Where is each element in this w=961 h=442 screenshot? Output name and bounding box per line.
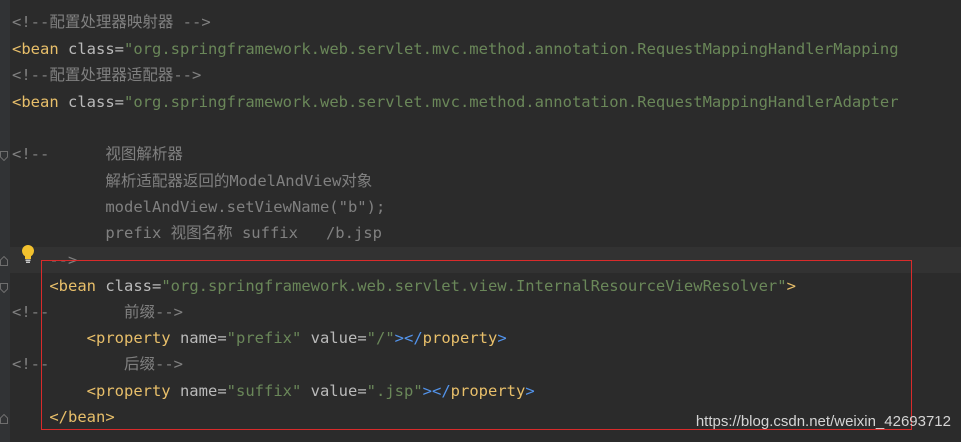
code-line[interactable]: <property name="suffix" value=".jsp"></p… [12,378,535,404]
code-token: ".jsp" [366,382,423,400]
code-token: > [497,329,507,347]
code-token: "/" [366,329,395,347]
code-token: <!--配置处理器映射器 --> [12,13,211,31]
code-token: = [114,40,125,58]
code-line[interactable]: <bean class="org.springframework.web.ser… [12,89,899,115]
fold-marker-icon[interactable] [0,283,8,293]
code-token: "prefix" [226,329,302,347]
code-line[interactable]: </bean> [12,404,115,430]
code-line[interactable]: <bean class="org.springframework.web.ser… [12,36,899,62]
code-token: <property [12,329,171,347]
code-line[interactable]: <!--配置处理器映射器 --> [12,9,211,35]
code-token: "org.springframework.web.servlet.mvc.met… [124,93,899,111]
code-token: prefix 视图名称 suffix /b.jsp [12,224,382,242]
code-token: <bean [12,277,96,295]
code-line[interactable]: <property name="prefix" value="/"></prop… [12,325,507,351]
code-editor[interactable]: <!--配置处理器映射器 --> <bean class="org.springf… [0,0,961,442]
code-token: modelAndView.setViewName("b"); [12,198,386,216]
code-line[interactable]: modelAndView.setViewName("b"); [12,194,385,220]
code-token: name [170,382,218,400]
editor-gutter [0,0,10,442]
fold-marker-icon[interactable] [0,256,8,266]
code-token: <bean [12,93,59,111]
code-line[interactable]: prefix 视图名称 suffix /b.jsp [12,220,382,246]
fold-marker-icon[interactable] [0,151,8,161]
code-token: <!-- 后缀--> [12,355,183,373]
code-token: "org.springframework.web.servlet.view.In… [161,277,787,295]
code-token: 解析适配器返回的ModelAndView对象 [12,172,373,190]
code-line[interactable]: <bean class="org.springframework.web.ser… [12,273,796,299]
code-token: <bean [12,40,59,58]
fold-marker-icon[interactable] [0,414,8,424]
code-token: > [786,277,796,295]
code-token: value [301,382,358,400]
code-token: = [114,93,125,111]
code-token: name [170,329,218,347]
current-line-highlight [10,247,961,273]
code-line[interactable]: <!-- 后缀--> [12,351,183,377]
code-token: property [450,382,526,400]
code-token: > [525,382,535,400]
code-token: <!--配置处理器适配器--> [12,66,202,84]
code-token: class [96,277,152,295]
code-token: = [357,329,367,347]
watermark: https://blog.csdn.net/weixin_42693712 [695,413,951,430]
code-line[interactable]: <!--配置处理器适配器--> [12,62,201,88]
code-token: property [422,329,498,347]
code-token: <!-- 前缀--> [12,303,183,321]
code-token: = [217,382,227,400]
code-token: </bean> [12,408,115,426]
code-token: <!-- 视图解析器 [12,145,183,163]
code-token: class [58,40,115,58]
code-token: = [152,277,162,295]
code-token: <property [12,382,171,400]
code-token: ></ [394,329,423,347]
code-token: class [58,93,115,111]
code-line[interactable]: <!-- 前缀--> [12,299,183,325]
code-line[interactable]: <!-- 视图解析器 [12,141,183,167]
code-token: = [217,329,227,347]
code-token: "org.springframework.web.servlet.mvc.met… [124,40,899,58]
code-token: ></ [422,382,451,400]
code-line[interactable]: 解析适配器返回的ModelAndView对象 [12,168,372,194]
code-token: "suffix" [226,382,302,400]
lightbulb-icon[interactable] [20,244,36,264]
code-token: = [357,382,367,400]
code-token: value [301,329,358,347]
